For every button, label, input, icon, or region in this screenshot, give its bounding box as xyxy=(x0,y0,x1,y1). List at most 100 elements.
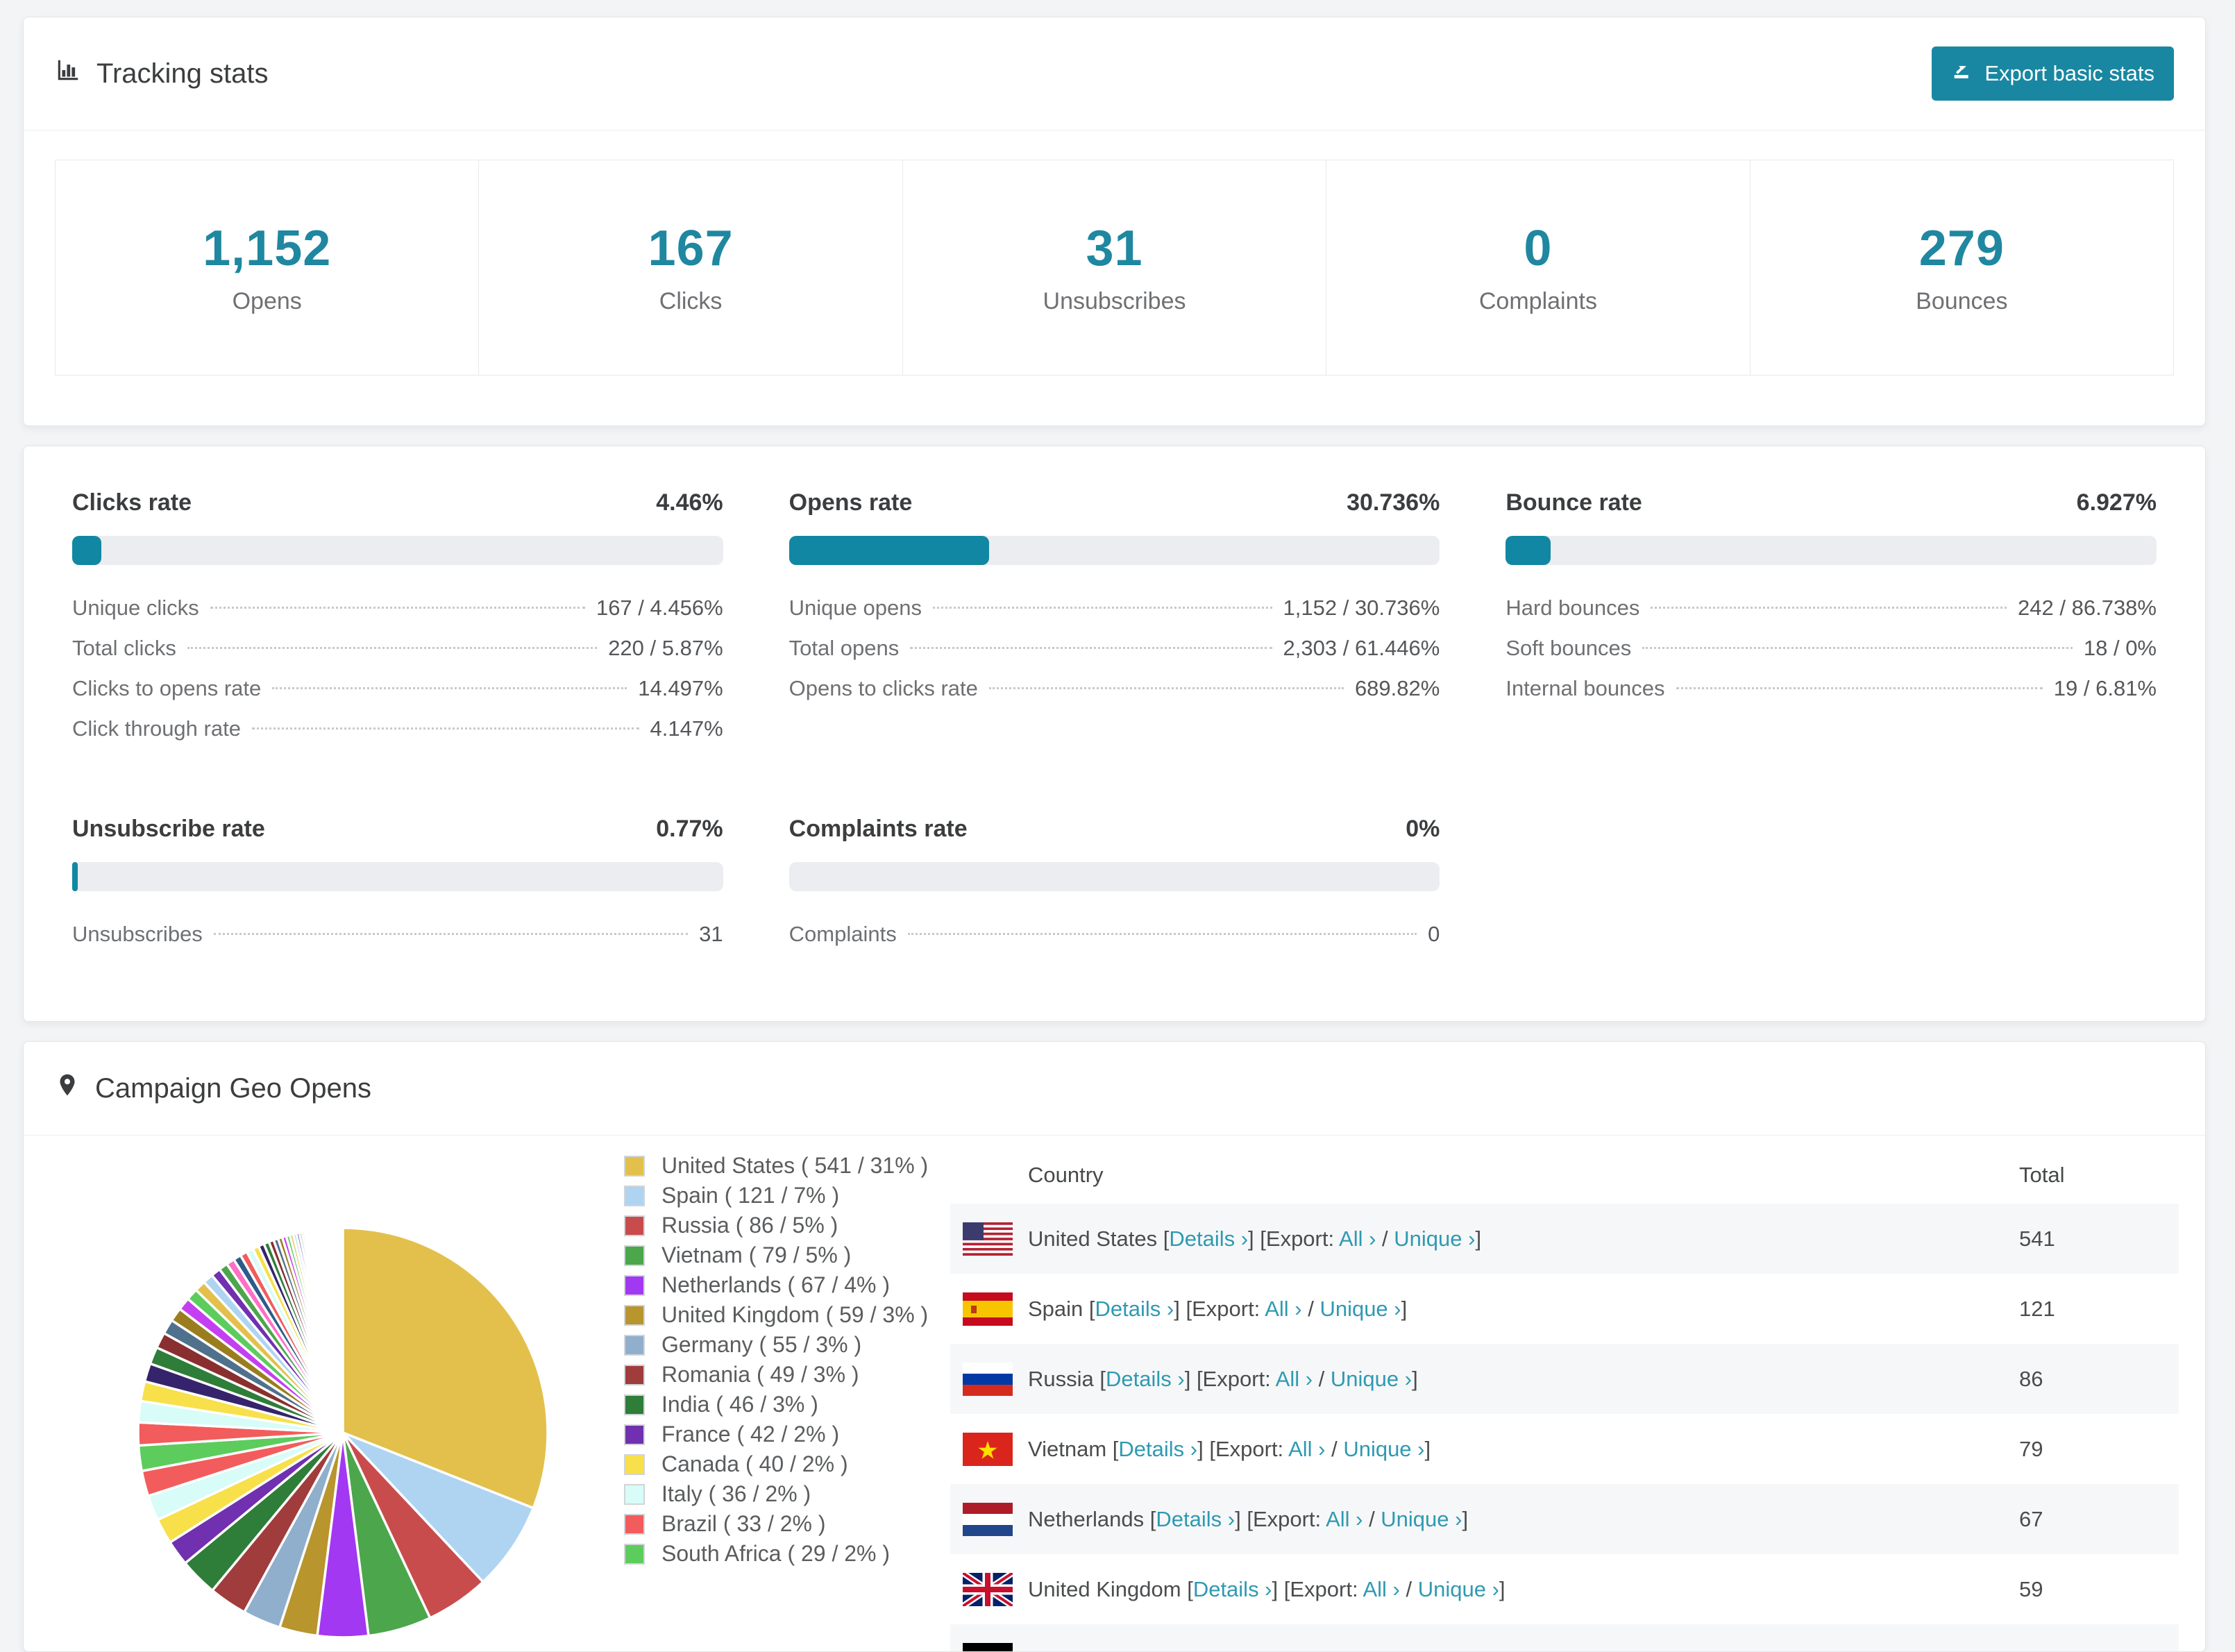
legend-swatch xyxy=(624,1274,645,1296)
tracking-stats-title: Tracking stats xyxy=(55,57,268,90)
details-link[interactable]: Details › xyxy=(1156,1507,1235,1531)
export-unique-link[interactable]: Unique › xyxy=(1418,1577,1499,1601)
export-basic-stats-button[interactable]: Export basic stats xyxy=(1932,47,2174,101)
rate-row-value: 4.147% xyxy=(650,716,723,741)
export-unique-link[interactable]: Unique › xyxy=(1381,1507,1462,1531)
details-link[interactable]: Details › xyxy=(1106,1367,1185,1391)
legend-item-romania: Romania ( 49 / 3% ) xyxy=(624,1360,950,1390)
tracking-stats-card: Tracking stats Export basic stats 1,152 O… xyxy=(23,17,2206,426)
legend-label: Romania ( 49 / 3% ) xyxy=(661,1362,859,1387)
rate-block-clicks-rate: Clicks rate 4.46% Unique clicks 167 / 4.456… xyxy=(72,489,723,757)
stat-box-complaints: 0 Complaints xyxy=(1326,160,1749,375)
dashboard-page: Tracking stats Export basic stats 1,152 O… xyxy=(0,0,2235,1652)
rate-row: Unsubscribes 31 xyxy=(72,922,723,962)
dotted-leader xyxy=(251,727,639,730)
legend-label: Germany ( 55 / 3% ) xyxy=(661,1332,862,1357)
tracking-stats-header: Tracking stats Export basic stats xyxy=(24,17,2205,130)
stat-box-opens: 1,152 Opens xyxy=(56,160,478,375)
rate-row-label: Hard bounces xyxy=(1506,596,1640,620)
details-link[interactable]: Details › xyxy=(1118,1437,1197,1461)
rate-row: Clicks to opens rate 14.497% xyxy=(72,676,723,716)
stat-label: Clicks xyxy=(659,288,723,314)
nl-flag-icon xyxy=(963,1502,1013,1536)
rate-progress-fill xyxy=(72,536,101,565)
details-link[interactable]: Details › xyxy=(1169,1227,1248,1251)
legend-item-india: India ( 46 / 3% ) xyxy=(624,1390,950,1419)
details-link[interactable]: Details › xyxy=(1193,1577,1272,1601)
summary-stats-row: 1,152 Opens 167 Clicks 31 Unsubscribes 0 Compla… xyxy=(55,160,2174,376)
export-all-link[interactable]: All › xyxy=(1276,1367,1313,1391)
geo-legend: United States ( 541 / 31% ) Spain ( 121 /… xyxy=(624,1151,950,1569)
rate-block-complaints-rate: Complaints rate 0% Complaints 0 xyxy=(788,816,1440,962)
geo-table-row-ru: Russia [Details ›] [Export: All › / Uniq… xyxy=(950,1344,2179,1414)
bar-chart-icon xyxy=(55,57,81,90)
rate-percent: 30.736% xyxy=(1347,489,1440,516)
legend-swatch xyxy=(624,1364,645,1385)
geo-table-row-partial xyxy=(950,1624,2179,1651)
legend-item-united-states: United States ( 541 / 31% ) xyxy=(624,1151,950,1181)
legend-item-italy: Italy ( 36 / 2% ) xyxy=(624,1479,950,1509)
rate-percent: 0% xyxy=(1406,816,1440,842)
country-column-header: Country xyxy=(1028,1163,1104,1187)
legend-item-france: France ( 42 / 2% ) xyxy=(624,1419,950,1449)
geo-table-row-nl: Netherlands [Details ›] [Export: All › /… xyxy=(950,1484,2179,1554)
dotted-leader xyxy=(907,933,1417,935)
legend-swatch xyxy=(624,1513,645,1535)
export-unique-link[interactable]: Unique › xyxy=(1319,1297,1401,1321)
export-all-link[interactable]: All › xyxy=(1339,1227,1376,1251)
stat-box-bounces: 279 Bounces xyxy=(1749,160,2173,375)
geo-card-title: Campaign Geo Opens xyxy=(55,1072,371,1104)
rate-row-label: Total clicks xyxy=(72,636,176,660)
export-unique-link[interactable]: Unique › xyxy=(1331,1367,1412,1391)
legend-label: India ( 46 / 3% ) xyxy=(661,1392,818,1417)
rate-block-bounce-rate: Bounce rate 6.927% Hard bounces 242 / 86.73… xyxy=(1506,489,2157,757)
rate-row: Unique clicks 167 / 4.456% xyxy=(72,596,723,636)
legend-swatch xyxy=(624,1453,645,1475)
rate-row-value: 2,303 / 61.446% xyxy=(1283,636,1440,660)
stat-value: 1,152 xyxy=(203,221,332,276)
export-all-link[interactable]: All › xyxy=(1288,1437,1325,1461)
geo-table-row-gb: United Kingdom [Details ›] [Export: All … xyxy=(950,1554,2179,1624)
rate-title: Complaints rate xyxy=(788,816,968,842)
export-all-link[interactable]: All › xyxy=(1265,1297,1301,1321)
stat-label: Unsubscribes xyxy=(1043,288,1186,314)
stat-box-unsubscribes: 31 Unsubscribes xyxy=(902,160,1326,375)
export-label: [Export: xyxy=(1283,1576,1358,1601)
rate-row: Total clicks 220 / 5.87% xyxy=(72,636,723,676)
de-flag-icon xyxy=(963,1643,1013,1651)
rate-row-value: 0 xyxy=(1428,922,1440,946)
export-all-link[interactable]: All › xyxy=(1326,1507,1363,1531)
legend-item-south-africa: South Africa ( 29 / 2% ) xyxy=(624,1539,950,1569)
rate-block-unsubscribe-rate: Unsubscribe rate 0.77% Unsubscribes 31 xyxy=(72,816,723,962)
rate-row-value: 19 / 6.81% xyxy=(2053,676,2157,700)
rate-percent: 6.927% xyxy=(2076,489,2157,516)
total-column-header: Total xyxy=(2019,1163,2065,1187)
rate-row-label: Opens to clicks rate xyxy=(788,676,978,700)
rate-progress-track xyxy=(72,862,723,891)
country-total: 59 xyxy=(2019,1576,2043,1601)
legend-label: Canada ( 40 / 2% ) xyxy=(661,1451,848,1476)
vn-flag-icon xyxy=(963,1432,1013,1466)
export-unique-link[interactable]: Unique › xyxy=(1394,1227,1475,1251)
rate-progress-track xyxy=(788,536,1440,565)
export-unique-link[interactable]: Unique › xyxy=(1343,1437,1424,1461)
rate-row: Soft bounces 18 / 0% xyxy=(1506,636,2157,676)
legend-label: Spain ( 121 / 7% ) xyxy=(661,1183,840,1208)
ru-flag-icon xyxy=(963,1362,1013,1396)
legend-label: France ( 42 / 2% ) xyxy=(661,1422,840,1447)
country-name: Russia xyxy=(1028,1366,1094,1391)
legend-swatch xyxy=(624,1483,645,1505)
rate-row-value: 242 / 86.738% xyxy=(2018,596,2157,620)
rate-progress-track xyxy=(1506,536,2157,565)
details-link[interactable]: Details › xyxy=(1095,1297,1174,1321)
legend-item-germany: Germany ( 55 / 3% ) xyxy=(624,1330,950,1360)
rate-progress-fill xyxy=(1506,536,1551,565)
rate-row-label: Unsubscribes xyxy=(72,922,203,946)
export-all-link[interactable]: All › xyxy=(1363,1577,1399,1601)
legend-swatch xyxy=(624,1543,645,1565)
stat-box-clicks: 167 Clicks xyxy=(478,160,902,375)
legend-item-spain: Spain ( 121 / 7% ) xyxy=(624,1181,950,1211)
export-label: [Export: xyxy=(1196,1366,1271,1391)
rate-title: Clicks rate xyxy=(72,489,192,516)
rates-card: Clicks rate 4.46% Unique clicks 167 / 4.456… xyxy=(23,446,2206,1022)
